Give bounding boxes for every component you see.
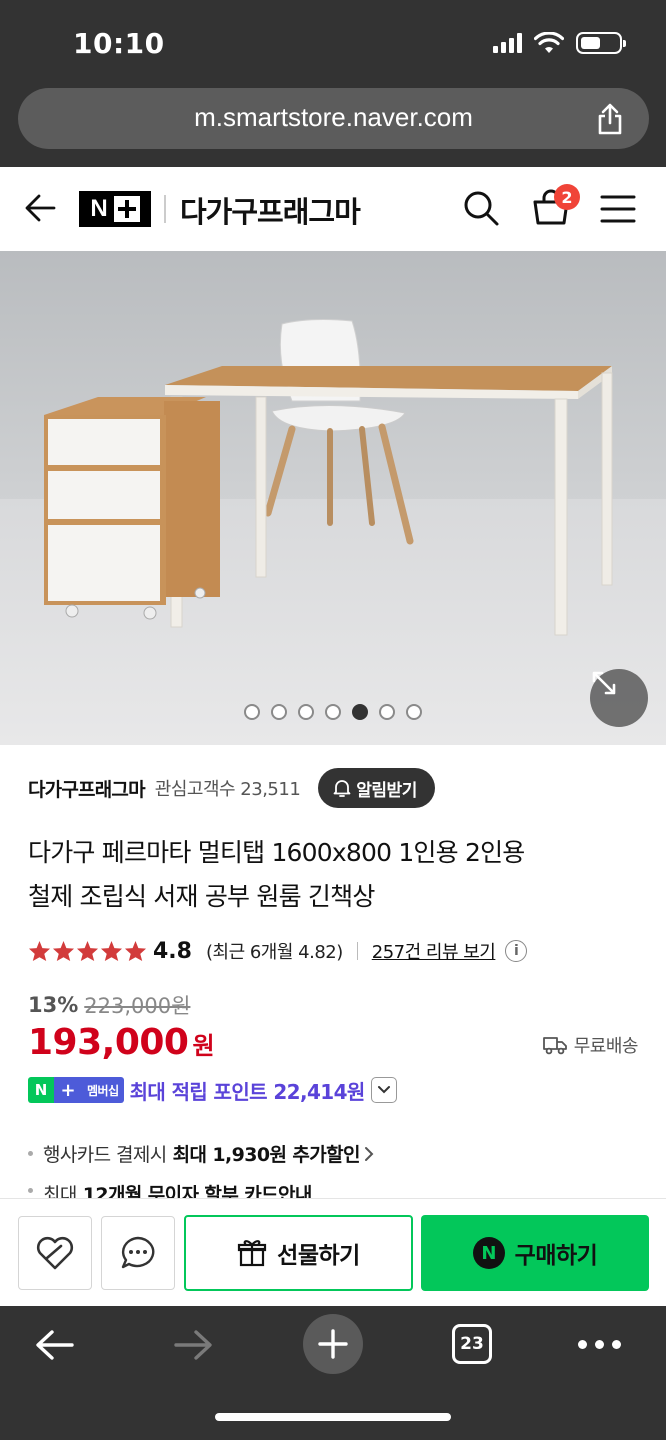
product-title-line2: 철제 조립식 서재 공부 원룸 긴책상	[28, 882, 375, 911]
star-icon	[52, 940, 75, 962]
buy-label: 구매하기	[514, 1243, 598, 1269]
original-price: 223,000원	[84, 994, 191, 1018]
purchase-bar: 선물하기 N 구매하기	[0, 1198, 666, 1306]
search-icon[interactable]	[462, 189, 500, 227]
installment-benefit[interactable]: 최대 12개월 무이자 할부 카드안내	[28, 1180, 312, 1200]
product-photo	[0, 251, 666, 745]
info-icon[interactable]: i	[505, 940, 528, 962]
benefit-prefix: 행사카드 결제시	[43, 1144, 167, 1166]
status-time: 10:10	[73, 27, 165, 60]
rating-divider	[356, 942, 358, 960]
wishlist-button[interactable]	[18, 1216, 92, 1290]
benefit-strong: 12개월 무이자 할부 카드안내	[82, 1184, 312, 1200]
price-unit: 원	[192, 1032, 215, 1060]
gift-label: 선물하기	[277, 1243, 360, 1269]
product-title-line1: 다가구 페르마타 멀티탭 1600x800 1인용 2인용	[28, 838, 525, 867]
heart-tag-icon	[36, 1236, 74, 1270]
truck-icon	[542, 1037, 567, 1055]
carousel-dot[interactable]	[244, 704, 260, 720]
discount-rate: 13%	[28, 993, 79, 1017]
star-icon	[100, 940, 123, 962]
points-text: 최대 적립 포인트 22,414원	[129, 1079, 366, 1104]
carousel-dot[interactable]	[379, 704, 395, 720]
card-discount-benefit[interactable]: 행사카드 결제시 최대 1,930원 추가할인	[28, 1140, 376, 1167]
follower-count: 관심고객수 23,511	[154, 779, 301, 800]
rating-score: 4.8	[153, 938, 192, 964]
bullet	[28, 1188, 33, 1193]
product-image-carousel[interactable]	[0, 251, 666, 745]
naver-plus-logo[interactable]: N	[79, 191, 151, 227]
new-tab-button[interactable]	[303, 1314, 363, 1374]
sale-price: 193,000	[28, 1022, 189, 1063]
gift-icon	[238, 1240, 267, 1267]
seller-row: 다가구프래그마 관심고객수 23,511 알림받기	[28, 768, 435, 808]
product-title: 다가구 페르마타 멀티탭 1600x800 1인용 2인용 철제 조립식 서재 …	[28, 831, 638, 919]
more-options-icon[interactable]	[578, 1340, 621, 1349]
review-link[interactable]: 257건 리뷰 보기	[372, 938, 496, 964]
tab-count-button[interactable]: 23	[452, 1324, 492, 1364]
wifi-icon	[534, 32, 564, 53]
back-arrow-icon[interactable]	[24, 191, 58, 225]
cart-count-badge: 2	[554, 184, 580, 210]
carousel-dot[interactable]	[271, 704, 287, 720]
url-text[interactable]: m.smartstore.naver.com	[18, 102, 649, 133]
chevron-down-icon[interactable]	[370, 1077, 397, 1103]
bell-plus-icon	[333, 780, 351, 797]
star-icon	[124, 940, 147, 962]
talk-talk-button[interactable]	[101, 1216, 175, 1290]
rating-stars	[28, 940, 147, 962]
expand-image-button[interactable]	[590, 669, 648, 727]
buy-button[interactable]: N 구매하기	[421, 1215, 649, 1291]
home-indicator	[215, 1413, 451, 1421]
store-name[interactable]: 다가구프래그마	[180, 189, 361, 231]
benefit-strong: 최대 1,930원 추가할인	[172, 1144, 361, 1166]
rating-row: 4.8 (최근 6개월 4.82) 257건 리뷰 보기 i	[28, 937, 528, 965]
battery-icon	[576, 32, 626, 54]
bullet	[28, 1151, 33, 1156]
carousel-dot[interactable]	[352, 704, 368, 720]
star-icon	[76, 940, 99, 962]
shipping-info: 무료배송	[542, 1032, 639, 1058]
rating-recent: (최근 6개월 4.82)	[205, 942, 343, 963]
notify-label: 알림받기	[356, 780, 417, 801]
carousel-dot[interactable]	[298, 704, 314, 720]
discount-row: 13% 223,000원	[28, 990, 190, 1020]
header-divider	[164, 195, 166, 223]
expand-icon	[592, 671, 616, 695]
share-icon[interactable]	[595, 102, 625, 136]
naver-pay-icon: N	[472, 1237, 505, 1269]
browser-back-icon[interactable]	[34, 1328, 76, 1362]
seller-name[interactable]: 다가구프래그마	[28, 775, 146, 802]
plus-icon	[318, 1329, 348, 1359]
browser-forward-icon[interactable]	[172, 1328, 214, 1362]
gift-button[interactable]: 선물하기	[184, 1215, 413, 1291]
carousel-pagination	[0, 704, 666, 720]
benefit-prefix: 최대	[43, 1184, 77, 1200]
address-bar[interactable]: m.smartstore.naver.com	[18, 88, 649, 149]
points-row[interactable]: N + 멤버십 최대 적립 포인트 22,414원	[28, 1076, 397, 1104]
chat-bubble-icon	[121, 1236, 155, 1269]
browser-top-bar: 10:10 m.smartstore.naver.com	[0, 0, 666, 167]
notify-button[interactable]: 알림받기	[318, 768, 435, 808]
carousel-dot[interactable]	[325, 704, 341, 720]
chevron-right-icon	[364, 1146, 374, 1161]
shipping-label: 무료배송	[573, 1036, 639, 1057]
sale-price-row: 193,000 원	[28, 1022, 215, 1063]
star-icon	[28, 940, 51, 962]
menu-icon[interactable]	[600, 194, 636, 224]
status-icons	[493, 32, 626, 54]
carousel-dot[interactable]	[406, 704, 422, 720]
cellular-signal-icon	[493, 33, 522, 53]
membership-badge: N + 멤버십	[28, 1077, 124, 1103]
